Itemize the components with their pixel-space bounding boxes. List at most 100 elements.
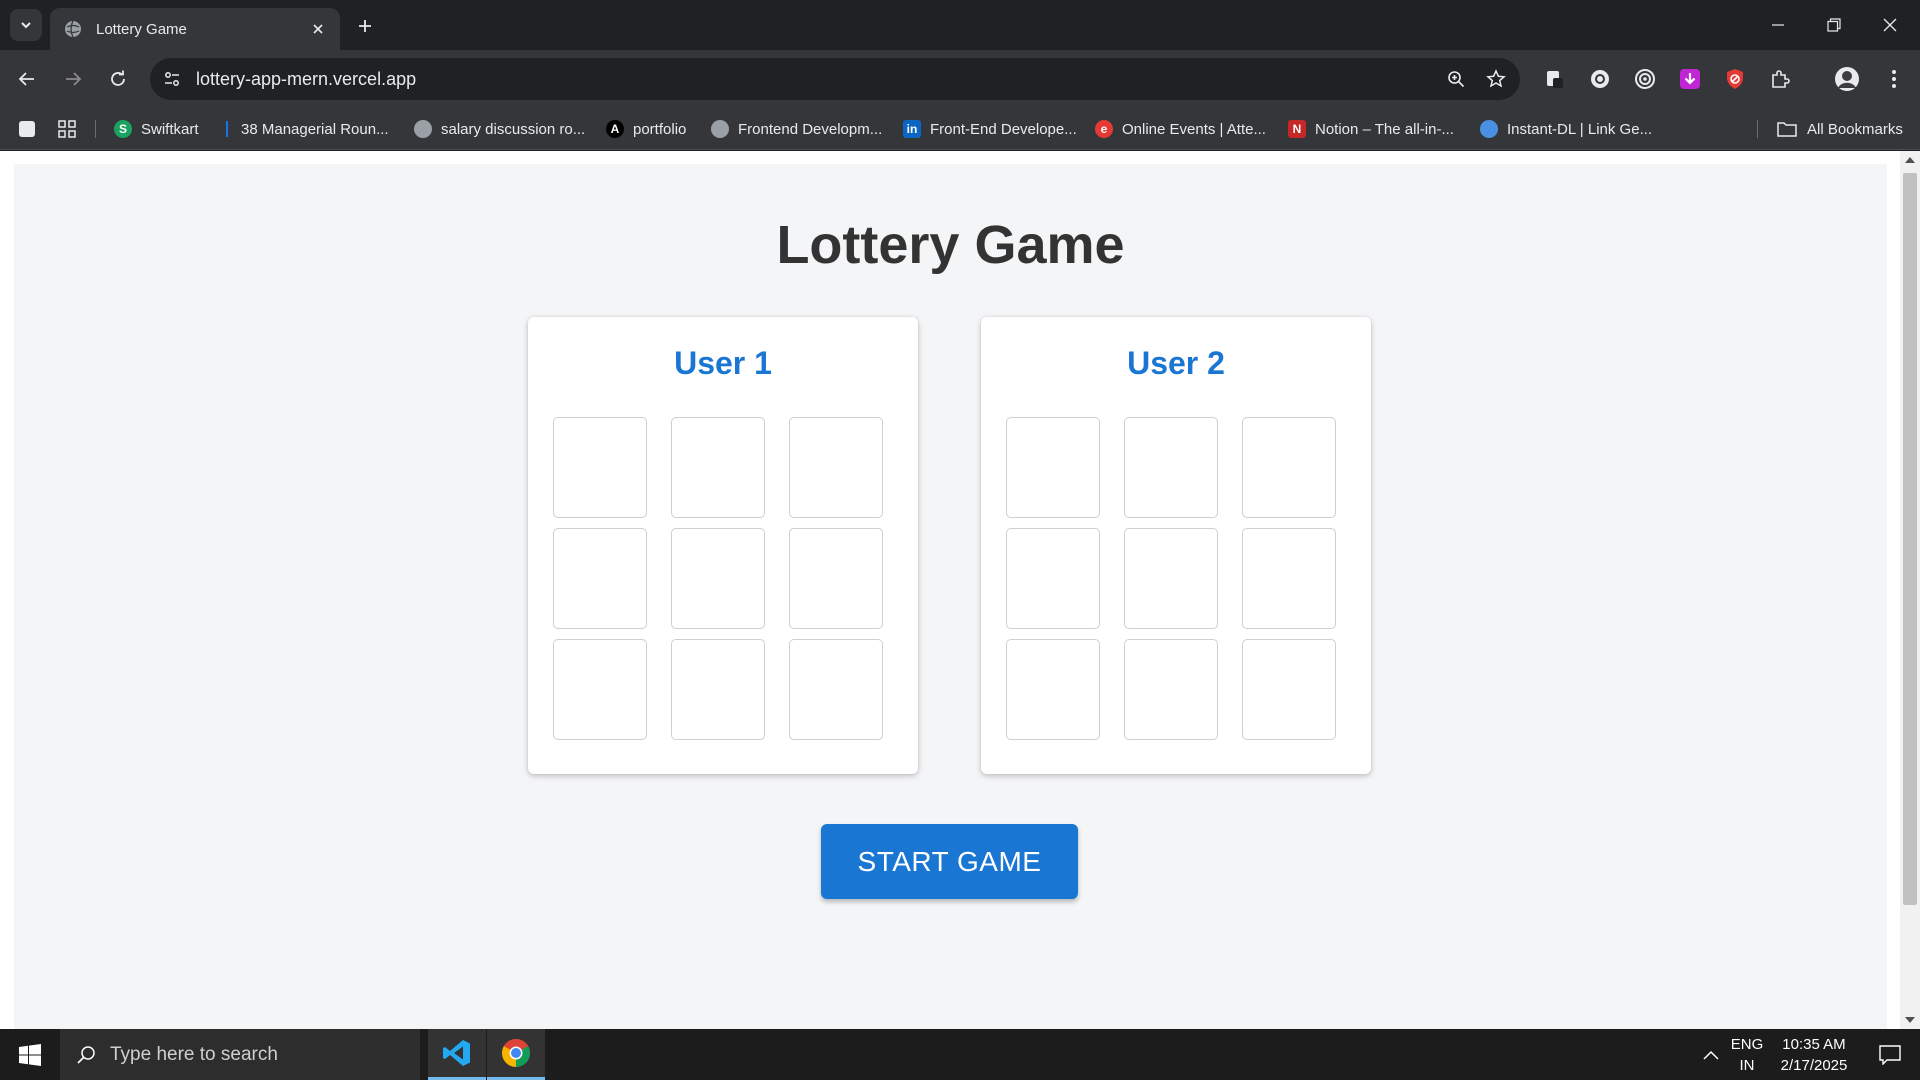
extension-notes-icon (1547, 71, 1563, 88)
linkedin-icon: in (903, 120, 921, 138)
show-hidden-icons-button[interactable] (1694, 1029, 1728, 1080)
arrow-right-icon (66, 72, 82, 86)
lottery-cell[interactable] (671, 528, 765, 629)
restore-icon (1827, 18, 1841, 32)
bookmark-item[interactable]: salary discussion ro... (414, 116, 585, 142)
lottery-cell[interactable] (789, 639, 883, 740)
bookmark-label: 38 Managerial Roun... (241, 120, 389, 138)
apps-button[interactable] (58, 116, 76, 142)
taskbar-search[interactable]: Type here to search (60, 1029, 420, 1080)
browser-toolbar: lottery-app-mern.vercel.app (0, 50, 1920, 108)
user-card: User 2 (981, 317, 1371, 774)
search-placeholder: Type here to search (110, 1043, 278, 1065)
tab-search-button[interactable] (10, 9, 42, 41)
extensions-menu-button[interactable] (1766, 65, 1794, 93)
reload-icon (111, 70, 125, 86)
lottery-cell[interactable] (1124, 639, 1218, 740)
bookmarks-divider (95, 120, 96, 138)
scroll-down-arrow-icon[interactable] (1905, 1017, 1915, 1023)
clock[interactable]: 10:35 AM 2/17/2025 (1768, 1029, 1860, 1080)
restore-button[interactable] (1806, 0, 1862, 50)
windows-logo-icon (19, 1043, 41, 1066)
url-text[interactable]: lottery-app-mern.vercel.app (196, 69, 1440, 90)
extension-button-2[interactable] (1586, 65, 1614, 93)
minimize-button[interactable] (1750, 0, 1806, 50)
bookmark-label: portfolio (633, 120, 687, 138)
bookmark-star-button[interactable] (1480, 63, 1512, 95)
bookmark-label: Frontend Developm... (738, 120, 883, 138)
bookmark-label: Online Events | Atte... (1122, 120, 1266, 138)
bookmark-item[interactable]: A portfolio (606, 116, 686, 142)
tab-strip: Lottery Game (0, 0, 1920, 50)
bookmark-label: Swiftkart (141, 120, 199, 138)
taskbar-app-chrome[interactable] (487, 1029, 545, 1080)
tune-icon (165, 72, 179, 86)
lottery-cell[interactable] (671, 639, 765, 740)
language-code: ENG (1730, 1035, 1764, 1053)
lottery-cell[interactable] (1242, 528, 1336, 629)
apps-grid-icon (58, 120, 76, 138)
lottery-cell[interactable] (1006, 639, 1100, 740)
lottery-cell[interactable] (553, 639, 647, 740)
notifications-button[interactable] (1862, 1029, 1918, 1080)
language-indicator[interactable]: ENG IN (1728, 1029, 1766, 1080)
bookmark-item[interactable]: 38 Managerial Roun... (222, 116, 389, 142)
swiftkart-icon: S (114, 120, 132, 138)
page-viewport: Lottery Game User 1 User 2 START GAME (0, 151, 1920, 1029)
bookmark-item[interactable]: N Notion – The all-in-... (1288, 116, 1454, 142)
all-bookmarks-label: All Bookmarks (1807, 120, 1903, 138)
scrollbar-thumb[interactable] (1903, 173, 1917, 905)
square-icon (19, 121, 35, 137)
reload-button[interactable] (101, 62, 135, 96)
plus-icon (359, 20, 371, 32)
extension-chat-icon (1591, 70, 1609, 88)
scroll-up-arrow-icon[interactable] (1905, 157, 1915, 163)
lottery-cell[interactable] (1124, 528, 1218, 629)
bookmark-item[interactable]: Frontend Developm... (711, 116, 882, 142)
zoom-button[interactable] (1440, 63, 1472, 95)
page-scrollbar[interactable] (1900, 151, 1920, 1029)
browser-tab[interactable]: Lottery Game (50, 8, 340, 50)
bookmark-item[interactable]: S Swiftkart (114, 116, 199, 142)
bookmark-item[interactable]: Instant-DL | Link Ge... (1480, 116, 1652, 142)
lottery-cell[interactable] (671, 417, 765, 518)
taskbar-app-vscode[interactable] (428, 1029, 486, 1080)
lottery-cell[interactable] (1242, 417, 1336, 518)
back-button[interactable] (10, 62, 44, 96)
extension-button-5[interactable] (1721, 65, 1749, 93)
lottery-cell[interactable] (789, 528, 883, 629)
lottery-cell[interactable] (1006, 417, 1100, 518)
shield-icon (1727, 69, 1743, 89)
browser-menu-button[interactable] (1880, 65, 1908, 93)
lottery-cell[interactable] (1242, 639, 1336, 740)
start-button[interactable] (0, 1029, 60, 1080)
all-bookmarks-button[interactable]: All Bookmarks (1777, 116, 1903, 142)
start-game-button[interactable]: START GAME (821, 824, 1078, 899)
bookmark-label: Notion – The all-in-... (1315, 120, 1454, 138)
arrow-left-icon (18, 72, 34, 86)
portfolio-icon: A (606, 120, 624, 138)
address-bar[interactable]: lottery-app-mern.vercel.app (150, 58, 1520, 100)
extension-button-4[interactable] (1676, 65, 1704, 93)
profile-button[interactable] (1833, 65, 1861, 93)
site-info-button[interactable] (154, 61, 190, 97)
lottery-cell[interactable] (1124, 417, 1218, 518)
avatar-icon (1835, 67, 1859, 91)
sidebar-toggle-button[interactable] (18, 116, 36, 142)
globe-icon (711, 120, 729, 138)
extension-target-icon (1635, 69, 1655, 89)
lottery-cell[interactable] (1006, 528, 1100, 629)
extension-button-1[interactable] (1541, 65, 1569, 93)
vscode-icon (443, 1040, 470, 1066)
lottery-cell[interactable] (553, 417, 647, 518)
lottery-cell[interactable] (789, 417, 883, 518)
close-window-button[interactable] (1862, 0, 1918, 50)
extension-button-3[interactable] (1631, 65, 1659, 93)
new-tab-button[interactable] (352, 13, 378, 39)
bookmark-item[interactable]: in Front-End Develope... (903, 116, 1077, 142)
page-title: Lottery Game (776, 215, 1125, 275)
lottery-cell[interactable] (553, 528, 647, 629)
forward-button[interactable] (56, 62, 90, 96)
close-tab-icon[interactable] (310, 21, 326, 37)
bookmark-item[interactable]: e Online Events | Atte... (1095, 116, 1266, 142)
